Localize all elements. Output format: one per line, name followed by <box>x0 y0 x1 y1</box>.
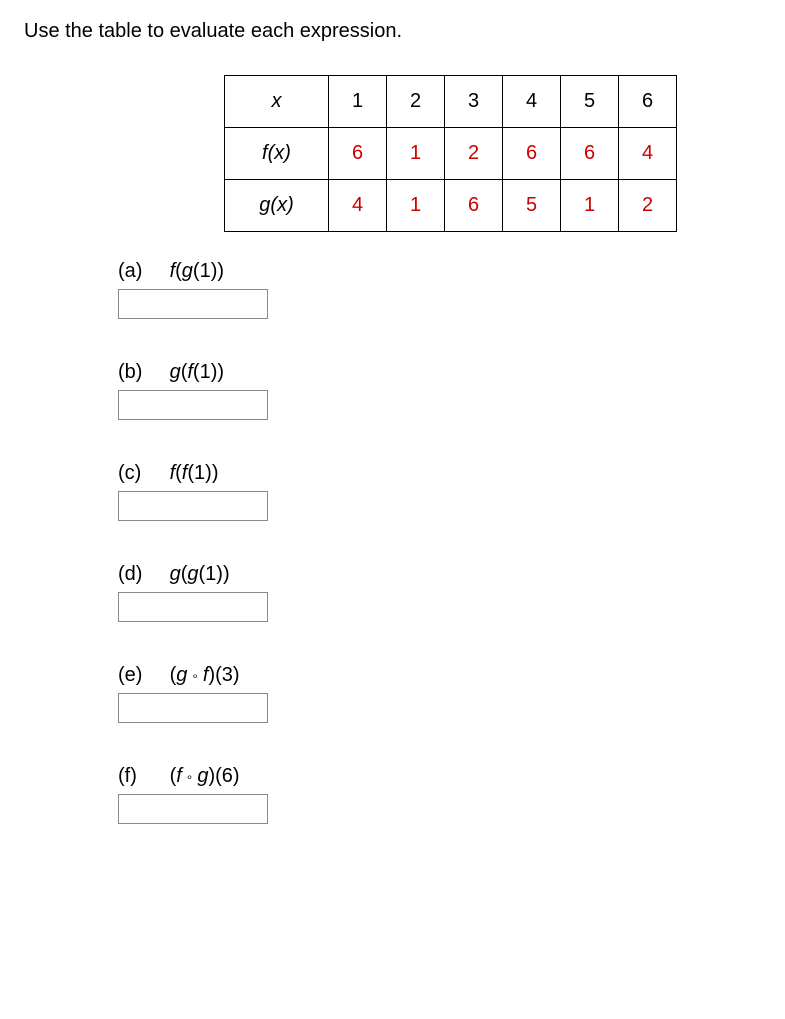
question-e-letter: (e) <box>118 664 164 687</box>
header-col-5: 5 <box>561 76 619 128</box>
row-g-label: g(x) <box>259 194 293 216</box>
question-f-expr: (f∘g)(6) <box>170 765 240 787</box>
answer-input-c[interactable] <box>118 491 268 521</box>
g-val-1: 4 <box>329 180 387 232</box>
g-val-5: 1 <box>561 180 619 232</box>
header-col-2: 2 <box>387 76 445 128</box>
g-val-3: 6 <box>445 180 503 232</box>
question-c: (c) f(f(1)) <box>118 462 761 521</box>
answer-input-f[interactable] <box>118 794 268 824</box>
question-b: (b) g(f(1)) <box>118 361 761 420</box>
question-f: (f) (f∘g)(6) <box>118 765 761 824</box>
f-val-1: 6 <box>329 128 387 180</box>
f-val-4: 6 <box>503 128 561 180</box>
function-table: x 1 2 3 4 5 6 f(x) 6 1 2 6 6 4 g(x) 4 1 … <box>224 75 677 232</box>
question-a-expr: f(g(1)) <box>170 260 224 282</box>
question-d-expr: g(g(1)) <box>170 563 230 585</box>
answer-input-b[interactable] <box>118 390 268 420</box>
question-a-letter: (a) <box>118 260 164 283</box>
question-a: (a) f(g(1)) <box>118 260 761 319</box>
question-f-letter: (f) <box>118 765 164 788</box>
header-col-6: 6 <box>619 76 677 128</box>
f-val-2: 1 <box>387 128 445 180</box>
answer-input-a[interactable] <box>118 289 268 319</box>
g-val-2: 1 <box>387 180 445 232</box>
header-col-1: 1 <box>329 76 387 128</box>
f-val-5: 6 <box>561 128 619 180</box>
header-x: x <box>225 76 329 128</box>
function-table-wrapper: x 1 2 3 4 5 6 f(x) 6 1 2 6 6 4 g(x) 4 1 … <box>224 75 761 232</box>
g-val-4: 5 <box>503 180 561 232</box>
header-col-4: 4 <box>503 76 561 128</box>
question-b-expr: g(f(1)) <box>170 361 224 383</box>
answer-input-d[interactable] <box>118 592 268 622</box>
f-val-3: 2 <box>445 128 503 180</box>
g-val-6: 2 <box>619 180 677 232</box>
questions-list: (a) f(g(1)) (b) g(f(1)) (c) f(f(1)) (d) … <box>118 260 761 824</box>
question-e-expr: (g∘f)(3) <box>170 664 240 686</box>
header-col-3: 3 <box>445 76 503 128</box>
table-row-g: g(x) 4 1 6 5 1 2 <box>225 180 677 232</box>
question-e: (e) (g∘f)(3) <box>118 664 761 723</box>
question-d-letter: (d) <box>118 563 164 586</box>
instruction-text: Use the table to evaluate each expressio… <box>24 20 761 43</box>
compose-icon: ∘ <box>182 770 198 784</box>
question-c-letter: (c) <box>118 462 164 485</box>
compose-icon: ∘ <box>187 669 203 683</box>
f-val-6: 4 <box>619 128 677 180</box>
answer-input-e[interactable] <box>118 693 268 723</box>
table-row-f: f(x) 6 1 2 6 6 4 <box>225 128 677 180</box>
question-c-expr: f(f(1)) <box>170 462 219 484</box>
table-row-header: x 1 2 3 4 5 6 <box>225 76 677 128</box>
row-f-label: f(x) <box>262 142 291 164</box>
question-b-letter: (b) <box>118 361 164 384</box>
question-d: (d) g(g(1)) <box>118 563 761 622</box>
